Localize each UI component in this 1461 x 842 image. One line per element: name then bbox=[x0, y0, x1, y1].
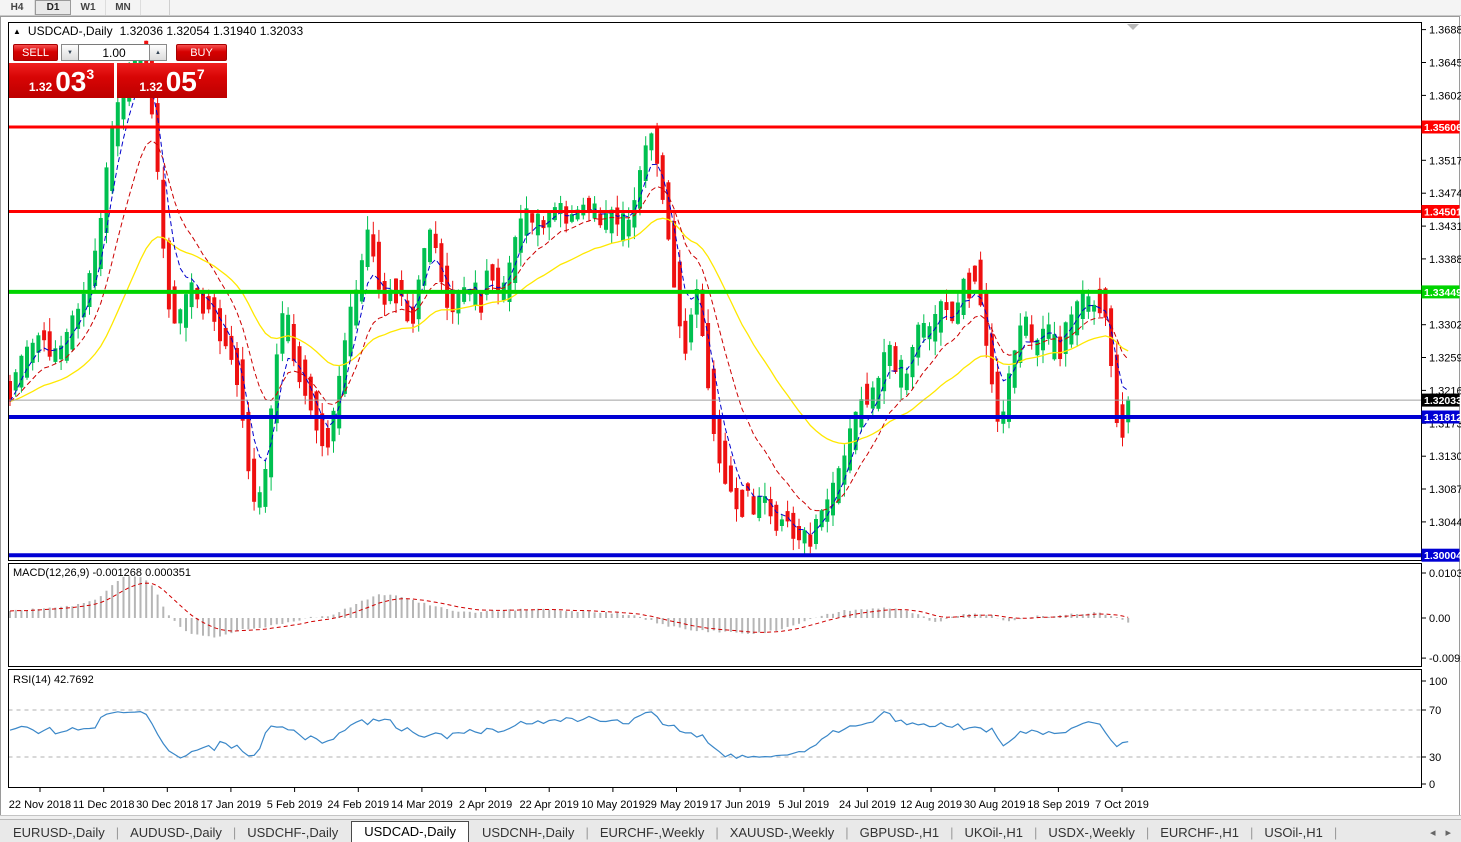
volume-input[interactable] bbox=[78, 44, 150, 61]
svg-text:11 Dec 2018: 11 Dec 2018 bbox=[73, 799, 135, 811]
svg-text:12 Aug 2019: 12 Aug 2019 bbox=[900, 799, 962, 811]
svg-text:0: 0 bbox=[1429, 779, 1435, 791]
svg-text:0.010311: 0.010311 bbox=[1429, 568, 1461, 580]
sell-button[interactable]: SELL bbox=[13, 44, 58, 61]
buy-price-panel[interactable]: 1.32 05 7 bbox=[117, 63, 227, 98]
chart-tab-eurchf-h1[interactable]: EURCHF-,H1 bbox=[1147, 823, 1252, 842]
svg-text:1.35170: 1.35170 bbox=[1429, 155, 1461, 167]
collapse-arrow-icon[interactable]: ▲ bbox=[13, 27, 21, 36]
svg-text:-0.00920: -0.00920 bbox=[1429, 653, 1461, 665]
svg-text:1.30004: 1.30004 bbox=[1424, 550, 1461, 562]
timeframe-d1[interactable]: D1 bbox=[35, 0, 71, 15]
tab-nav: ◂ ▸ bbox=[1430, 826, 1461, 842]
svg-text:1.33449: 1.33449 bbox=[1424, 287, 1461, 299]
tab-separator: | bbox=[1333, 825, 1338, 840]
sell-price-base: 1.32 bbox=[28, 80, 53, 94]
timeframe-mn[interactable]: MN bbox=[106, 0, 141, 15]
svg-text:1.33880: 1.33880 bbox=[1429, 254, 1461, 266]
svg-text:22 Apr 2019: 22 Apr 2019 bbox=[520, 799, 579, 811]
macd-indicator-label: MACD(12,26,9) -0.001268 0.000351 bbox=[13, 567, 191, 579]
toolbar-separator bbox=[169, 0, 170, 15]
chart-tab-gbpusd-h1[interactable]: GBPUSD-,H1 bbox=[847, 823, 952, 842]
chart-tab-usoil-h1[interactable]: USOil-,H1 bbox=[1251, 823, 1336, 842]
chart-tab-xauusd-weekly[interactable]: XAUUSD-,Weekly bbox=[717, 823, 848, 842]
svg-text:17 Jun 2019: 17 Jun 2019 bbox=[710, 799, 771, 811]
svg-text:30 Dec 2018: 30 Dec 2018 bbox=[136, 799, 198, 811]
svg-text:1.32033: 1.32033 bbox=[1424, 395, 1461, 407]
svg-text:1.33020: 1.33020 bbox=[1429, 320, 1461, 332]
tab-scroll-left-icon[interactable]: ◂ bbox=[1430, 826, 1436, 839]
rsi-indicator-label: RSI(14) 42.7692 bbox=[13, 674, 94, 686]
timeframe-h4[interactable]: H4 bbox=[0, 0, 35, 15]
svg-text:1.36020: 1.36020 bbox=[1429, 90, 1461, 102]
svg-text:30: 30 bbox=[1429, 752, 1441, 764]
chart-ohlc-values: 1.32036 1.32054 1.31940 1.32033 bbox=[119, 24, 304, 38]
chart-tab-audusd-daily[interactable]: AUDUSD-,Daily bbox=[117, 823, 235, 842]
svg-text:5 Feb 2019: 5 Feb 2019 bbox=[267, 799, 323, 811]
spinner-up-icon: ▲ bbox=[155, 49, 161, 56]
chart-tab-usdchf-daily[interactable]: USDCHF-,Daily bbox=[234, 823, 351, 842]
svg-text:1.31300: 1.31300 bbox=[1429, 451, 1461, 463]
buy-price-big: 05 bbox=[165, 66, 197, 97]
svg-text:1.31812: 1.31812 bbox=[1424, 412, 1461, 424]
svg-text:22 Nov 2018: 22 Nov 2018 bbox=[9, 799, 71, 811]
one-click-trade-widget: SELL ▼ ▲ BUY 1.32033 1.32057 bbox=[9, 43, 227, 98]
svg-text:1.30870: 1.30870 bbox=[1429, 484, 1461, 496]
svg-text:70: 70 bbox=[1429, 705, 1441, 717]
svg-text:29 May 2019: 29 May 2019 bbox=[645, 799, 709, 811]
spinner-down-icon: ▼ bbox=[67, 49, 73, 56]
timeframe-toolbar: H4 D1 W1 MN bbox=[0, 0, 1461, 16]
sell-price-panel[interactable]: 1.32 03 3 bbox=[9, 63, 114, 98]
svg-text:1.30440: 1.30440 bbox=[1429, 517, 1461, 529]
chart-tab-eurchf-weekly[interactable]: EURCHF-,Weekly bbox=[587, 823, 718, 842]
sell-price-sup: 3 bbox=[86, 66, 95, 82]
svg-text:18 Sep 2019: 18 Sep 2019 bbox=[1027, 799, 1089, 811]
svg-text:14 Mar 2019: 14 Mar 2019 bbox=[391, 799, 453, 811]
svg-text:24 Jul 2019: 24 Jul 2019 bbox=[839, 799, 896, 811]
volume-decrease-button[interactable]: ▼ bbox=[61, 44, 79, 61]
svg-text:1.36450: 1.36450 bbox=[1429, 58, 1461, 70]
svg-text:1.34740: 1.34740 bbox=[1429, 188, 1461, 200]
volume-increase-button[interactable]: ▲ bbox=[149, 44, 167, 61]
chart-header: ▲ USDCAD-,Daily 1.32036 1.32054 1.31940 … bbox=[13, 24, 303, 38]
chart-tabbar: EURUSD-,Daily | AUDUSD-,Daily | USDCHF-,Dail… bbox=[0, 819, 1461, 842]
svg-text:1.35606: 1.35606 bbox=[1424, 122, 1461, 134]
svg-text:1.36880: 1.36880 bbox=[1429, 25, 1461, 37]
timeframe-w1[interactable]: W1 bbox=[71, 0, 106, 15]
chart-tab-eurusd-daily[interactable]: EURUSD-,Daily bbox=[0, 823, 118, 842]
buy-price-sup: 7 bbox=[196, 66, 205, 82]
trading-terminal: H4D1W1MN 1.368801.364501.360201.351701.3… bbox=[0, 0, 1461, 842]
svg-text:5 Jul 2019: 5 Jul 2019 bbox=[778, 799, 829, 811]
svg-text:30 Aug 2019: 30 Aug 2019 bbox=[964, 799, 1026, 811]
svg-text:0.00: 0.00 bbox=[1429, 613, 1450, 625]
buy-button[interactable]: BUY bbox=[176, 44, 227, 61]
chart-tab-usdcnh-daily[interactable]: USDCNH-,Daily bbox=[469, 823, 587, 842]
svg-text:2 Apr 2019: 2 Apr 2019 bbox=[459, 799, 512, 811]
sell-price-big: 03 bbox=[55, 66, 87, 97]
chart-tab-usdcad-daily[interactable]: USDCAD-,Daily bbox=[351, 821, 469, 842]
svg-text:17 Jan 2019: 17 Jan 2019 bbox=[201, 799, 262, 811]
buy-price-base: 1.32 bbox=[139, 80, 163, 94]
tab-scroll-right-icon[interactable]: ▸ bbox=[1445, 826, 1451, 839]
svg-text:7 Oct 2019: 7 Oct 2019 bbox=[1095, 799, 1149, 811]
svg-text:10 May 2019: 10 May 2019 bbox=[581, 799, 645, 811]
svg-text:1.32590: 1.32590 bbox=[1429, 353, 1461, 365]
svg-text:100: 100 bbox=[1429, 676, 1447, 688]
svg-text:1.34501: 1.34501 bbox=[1424, 207, 1461, 219]
chart-canvas[interactable]: 1.36880 1.36450 1.36020 1.35170 1.34740 1.343… bbox=[0, 0, 1461, 818]
chart-symbol-label: USDCAD-,Daily bbox=[27, 24, 113, 38]
svg-text:1.34310: 1.34310 bbox=[1429, 221, 1461, 233]
chart-tab-usdx-weekly[interactable]: USDX-,Weekly bbox=[1035, 823, 1147, 842]
svg-text:24 Feb 2019: 24 Feb 2019 bbox=[327, 799, 389, 811]
chart-tab-ukoil-h1[interactable]: UKOil-,H1 bbox=[951, 823, 1036, 842]
